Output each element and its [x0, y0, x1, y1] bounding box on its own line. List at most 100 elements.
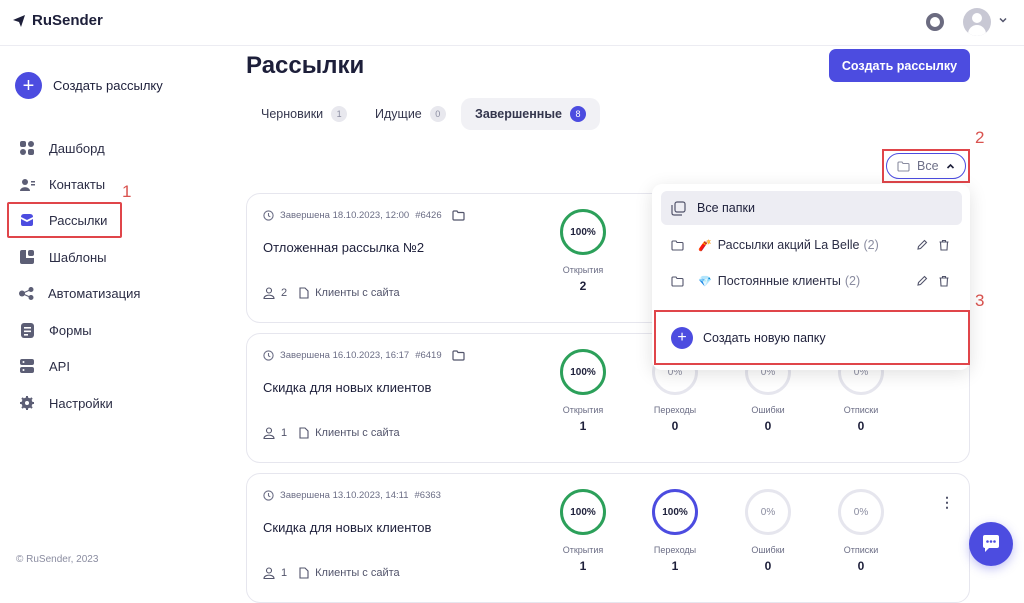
campaign-card[interactable]: Завершена 13.10.2023, 14:11 #6363 Скидка…: [246, 473, 970, 603]
folder-icon[interactable]: [452, 210, 465, 221]
sidebar: + Создать рассылку Дашборд Контакты Расс…: [0, 46, 230, 581]
document-icon: [299, 567, 309, 579]
all-folders-label: Все папки: [697, 201, 755, 215]
recipient-count: 1: [281, 567, 288, 579]
automation-icon: [19, 285, 34, 301]
trash-icon[interactable]: [938, 275, 950, 287]
stat-label: Переходы: [653, 545, 697, 555]
folder-option[interactable]: 🧨 Рассылки акций La Belle (2): [661, 230, 962, 260]
sidebar-item-mailings[interactable]: Рассылки: [7, 202, 122, 238]
campaign-title[interactable]: Скидка для новых клиентов: [263, 520, 431, 535]
campaign-status: Завершена 13.10.2023, 14:11: [280, 490, 409, 501]
chat-button[interactable]: [969, 522, 1013, 566]
folder-icon: [671, 275, 684, 287]
stat-label: Отписки: [843, 405, 879, 415]
recipients-icon: [263, 427, 275, 439]
pencil-icon[interactable]: [916, 275, 928, 287]
sidebar-item-contacts[interactable]: Контакты: [7, 166, 122, 202]
document-icon: [299, 287, 309, 299]
stat-label: Переходы: [653, 405, 697, 415]
sidebar-item-api[interactable]: API: [7, 348, 122, 384]
copyright: © RuSender, 2023: [16, 554, 99, 565]
sidebar-item-dashboard[interactable]: Дашборд: [7, 130, 122, 166]
folder-icon: [897, 160, 910, 172]
trash-icon[interactable]: [938, 239, 950, 251]
help-ring-icon[interactable]: [926, 13, 944, 31]
stat-opens: 100% Открытия 1: [553, 489, 613, 573]
card-meta: Завершена 18.10.2023, 12:00 #6426: [263, 210, 465, 221]
card-footer: 2 Клиенты с сайта: [263, 287, 400, 299]
stat-opens: 100% Открытия 1: [553, 349, 613, 433]
tab-running[interactable]: Идущие 0: [361, 98, 460, 130]
opens-ring: 100%: [560, 349, 606, 395]
folder-dropdown: Все папки 🧨 Рассылки акций La Belle (2) …: [652, 184, 970, 370]
stat-value: 0: [764, 559, 772, 573]
stat-unsubscribes: 0% Отписки 0: [831, 489, 891, 573]
clock-icon: [263, 210, 274, 221]
sidebar-item-label: Дашборд: [49, 140, 105, 156]
logo[interactable]: RuSender: [12, 12, 103, 29]
recipient-count: 2: [281, 287, 288, 299]
sidebar-item-templates[interactable]: Шаблоны: [7, 239, 122, 275]
card-footer: 1 Клиенты с сайта: [263, 427, 400, 439]
settings-icon: [19, 395, 35, 411]
pencil-icon[interactable]: [916, 239, 928, 251]
templates-icon: [19, 249, 35, 265]
chevron-down-icon[interactable]: [998, 15, 1008, 25]
stat-label: Открытия: [562, 545, 604, 555]
more-options-icon[interactable]: ⋮: [940, 494, 954, 511]
campaign-title[interactable]: Скидка для новых клиентов: [263, 380, 431, 395]
chevron-up-icon: [946, 163, 954, 169]
folder-filter-select[interactable]: Все: [886, 153, 966, 179]
folder-name: Рассылки акций La Belle: [717, 238, 860, 252]
sidebar-item-label: Автоматизация: [48, 285, 141, 301]
card-footer: 1 Клиенты с сайта: [263, 567, 400, 579]
clicks-ring: 100%: [652, 489, 698, 535]
sidebar-create-button[interactable]: + Создать рассылку: [15, 72, 163, 99]
sidebar-item-label: Настройки: [49, 395, 113, 411]
sidebar-item-automation[interactable]: Автоматизация: [7, 275, 140, 311]
avatar[interactable]: [963, 8, 991, 36]
all-folders-option[interactable]: Все папки: [661, 191, 962, 225]
clock-icon: [263, 350, 274, 361]
campaign-title[interactable]: Отложенная рассылка №2: [263, 240, 424, 255]
sidebar-item-forms[interactable]: Формы: [7, 312, 122, 348]
folder-count: (2): [844, 274, 861, 288]
unsubs-ring: 0%: [838, 489, 884, 535]
folder-option[interactable]: 💎 Постоянные клиенты (2): [661, 266, 962, 296]
dashboard-icon: [19, 140, 35, 156]
create-mailing-button[interactable]: Создать рассылку: [829, 49, 970, 82]
sidebar-item-settings[interactable]: Настройки: [7, 385, 122, 421]
stat-clicks: 100% Переходы 1: [645, 489, 705, 573]
stat-label: Ошибки: [751, 545, 785, 555]
folder-icon[interactable]: [452, 350, 465, 361]
stat-value: 0: [857, 419, 865, 433]
annotation-2: 2: [975, 128, 985, 147]
sidebar-item-label: API: [49, 358, 70, 374]
stat-value: 0: [764, 419, 772, 433]
tab-label: Черновики: [261, 107, 324, 121]
recipients-icon: [263, 287, 275, 299]
gem-icon: 💎: [698, 275, 712, 288]
contacts-icon: [19, 176, 35, 192]
folder-name: Постоянные клиенты: [717, 274, 841, 288]
folder-actions: [916, 275, 950, 287]
tab-drafts[interactable]: Черновики 1: [247, 98, 361, 130]
tab-label: Идущие: [375, 107, 422, 121]
create-folder-button[interactable]: + Создать новую папку: [654, 310, 970, 365]
stat-value: 0: [671, 419, 679, 433]
sidebar-item-label: Формы: [49, 322, 92, 338]
campaign-id: #6419: [415, 350, 442, 361]
page-title: Рассылки: [246, 52, 365, 79]
tab-label: Завершенные: [475, 107, 562, 121]
annotation-1: 1: [122, 182, 132, 201]
stat-label: Открытия: [562, 405, 604, 415]
card-meta: Завершена 13.10.2023, 14:11 #6363: [263, 490, 441, 501]
sidebar-item-label: Шаблоны: [49, 249, 107, 265]
logo-text: RuSender: [32, 12, 103, 29]
stat-label: Открытия: [562, 265, 604, 275]
opens-ring: 100%: [560, 489, 606, 535]
plus-icon: +: [671, 326, 693, 349]
tab-completed[interactable]: Завершенные 8: [461, 98, 600, 130]
card-meta: Завершена 16.10.2023, 16:17 #6419: [263, 350, 465, 361]
